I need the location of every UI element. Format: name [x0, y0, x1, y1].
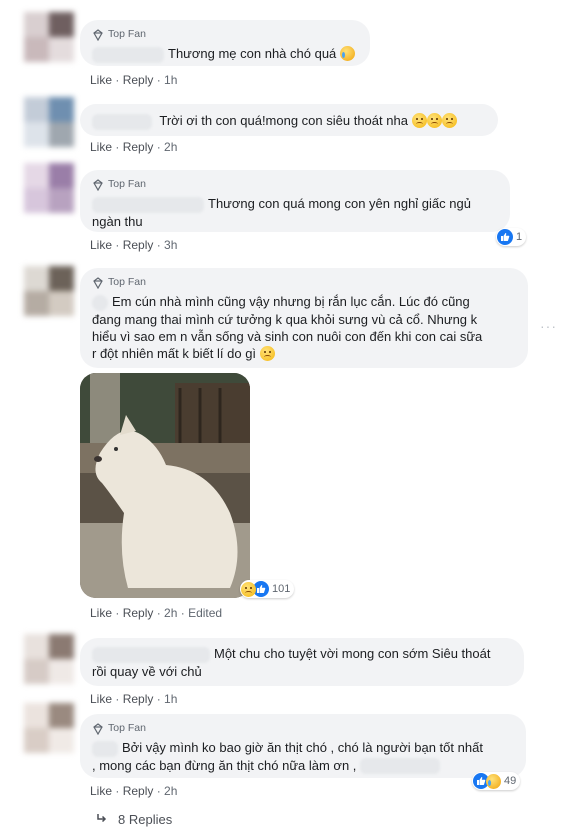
reply-link[interactable]: Reply: [123, 606, 154, 620]
reaction-count: 49: [504, 775, 517, 787]
crying-emoji-icon: [486, 773, 501, 789]
reply-link[interactable]: Reply: [123, 784, 154, 798]
avatar[interactable]: [24, 634, 74, 684]
replies-count-label: 8 Replies: [118, 812, 173, 827]
author-name[interactable]: [92, 294, 108, 311]
top-fan-badge: Top Fan: [92, 176, 498, 193]
comment-text-line-4: r đột nhiên mất k biết lí do gì: [92, 345, 257, 361]
comment-bubble: Trời ơi th con quá!mong con siêu thoát n…: [80, 104, 498, 136]
like-link[interactable]: Like: [90, 692, 112, 706]
author-name[interactable]: [92, 646, 210, 663]
like-link[interactable]: Like: [90, 73, 112, 87]
comment-time[interactable]: 2h: [164, 784, 177, 798]
top-fan-icon: [93, 276, 103, 289]
comment-bubble: Top Fan Thương con quá mong con yên nghỉ…: [80, 170, 510, 232]
comment-photo[interactable]: [80, 373, 250, 598]
top-fan-label: Top Fan: [108, 178, 146, 190]
top-fan-label: Top Fan: [108, 28, 146, 40]
sad-emoji-icon: [411, 113, 427, 128]
crying-emoji-icon: [339, 46, 355, 61]
comment-actions: Like · Reply · 2h · Edited: [90, 606, 223, 620]
author-name[interactable]: [92, 46, 164, 63]
comment-text-line-2: , mong các bạn đừng ăn thịt chó nữa làm …: [92, 757, 357, 773]
comment-text: Thương mẹ con nhà chó quá: [168, 46, 337, 61]
comment-actions: Like · Reply · 1h: [90, 692, 178, 706]
comment-time[interactable]: 2h: [164, 606, 177, 620]
comment-actions: Like · Reply · 2h: [90, 140, 178, 154]
comment-text-line-1: Một chu cho tuyệt vời mong con sớm Siêu …: [214, 646, 491, 661]
comment-actions: Like · Reply · 1h: [90, 73, 178, 87]
comment-text-line-3: hiểu vì sao em n vẫn sống và sinh con nu…: [92, 328, 483, 344]
top-fan-badge: Top Fan: [92, 720, 514, 737]
avatar[interactable]: [24, 97, 74, 147]
reply-link[interactable]: Reply: [123, 238, 154, 252]
reply-arrow-icon: [97, 814, 107, 823]
comment-time[interactable]: 3h: [164, 238, 177, 252]
top-fan-label: Top Fan: [108, 722, 146, 734]
reaction-summary[interactable]: 49: [472, 772, 521, 790]
top-fan-badge: Top Fan: [92, 26, 358, 43]
top-fan-badge: Top Fan: [92, 274, 516, 291]
like-link[interactable]: Like: [90, 238, 112, 252]
more-options-icon[interactable]: ···: [540, 318, 557, 334]
dog-photo-image: [80, 373, 250, 598]
comment-time[interactable]: 2h: [164, 140, 177, 154]
top-fan-label: Top Fan: [108, 276, 146, 288]
author-name[interactable]: [92, 196, 204, 213]
edited-label[interactable]: Edited: [188, 606, 222, 620]
comment-text-line-2: rồi quay về với chủ: [92, 663, 202, 679]
sad-emoji-icon: [259, 345, 275, 361]
tagged-name[interactable]: [360, 758, 441, 775]
top-fan-icon: [93, 28, 103, 41]
reaction-count: 101: [272, 583, 291, 595]
reply-link[interactable]: Reply: [123, 140, 154, 154]
comment-text-line-1: Em cún nhà mình cũng vậy nhưng bị rắn lụ…: [112, 294, 470, 309]
comment-bubble: Top Fan Bởi vậy mình ko bao giờ ăn thịt …: [80, 714, 526, 778]
avatar[interactable]: [24, 163, 74, 213]
comment-text-line-2: ngàn thu: [92, 213, 143, 229]
reaction-summary[interactable]: 101: [240, 580, 295, 598]
comment-text-line-1: Thương con quá mong con yên nghỉ giấc ng…: [208, 196, 471, 211]
comment-text-line-2: đang mang thai mình cứ tưởng k qua khỏi …: [92, 311, 478, 327]
comment-text-line-1: Bởi vậy mình ko bao giờ ăn thịt chó , ch…: [122, 740, 483, 755]
sad-emoji-icon: [426, 113, 442, 128]
comment-actions: Like · Reply · 2h: [90, 784, 178, 798]
comment-time[interactable]: 1h: [164, 692, 177, 706]
like-reaction-icon: [497, 229, 513, 245]
comment-bubble: Top Fan Em cún nhà mình cũng vậy nhưng b…: [80, 268, 528, 368]
author-name[interactable]: [92, 113, 152, 130]
like-link[interactable]: Like: [90, 606, 112, 620]
avatar[interactable]: [24, 12, 74, 62]
avatar[interactable]: [24, 266, 74, 316]
comment-bubble: Một chu cho tuyệt vời mong con sớm Siêu …: [80, 638, 524, 686]
comment-text: Trời ơi th con quá!mong con siêu thoát n…: [159, 113, 408, 128]
like-link[interactable]: Like: [90, 140, 112, 154]
comment-bubble: Top Fan Thương mẹ con nhà chó quá: [80, 20, 370, 66]
top-fan-icon: [93, 178, 103, 191]
reply-link[interactable]: Reply: [123, 73, 154, 87]
reply-link[interactable]: Reply: [123, 692, 154, 706]
sad-emoji-icon: [241, 581, 256, 597]
top-fan-icon: [93, 722, 103, 735]
view-replies-link[interactable]: 8 Replies: [96, 812, 172, 827]
avatar[interactable]: [24, 703, 74, 753]
comment-time[interactable]: 1h: [164, 73, 177, 87]
reaction-count: 1: [516, 231, 523, 243]
comment-actions: Like · Reply · 3h: [90, 238, 178, 252]
sad-emoji-icon: [441, 113, 457, 128]
reaction-summary[interactable]: 1: [496, 228, 527, 246]
like-link[interactable]: Like: [90, 784, 112, 798]
author-name[interactable]: [92, 740, 118, 757]
